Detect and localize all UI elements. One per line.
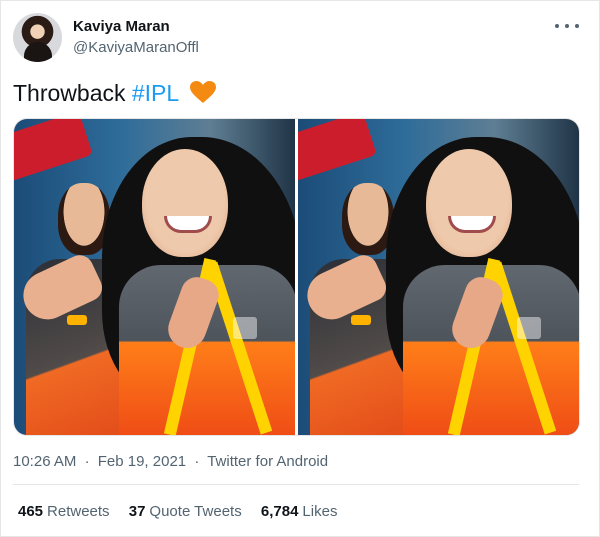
tweet-photo[interactable] [298,119,579,435]
wristband [67,315,87,325]
meta-separator: · [84,453,90,470]
likes-count: 6,784 [260,503,299,520]
retweets-stat[interactable]: 465 Retweets [18,503,114,520]
retweets-count: 465 [18,503,44,520]
wristband [351,315,371,325]
meta-separator: · [194,453,200,470]
tweet-media-grid[interactable] [13,118,580,436]
more-dot-icon [565,24,569,28]
tweet-stats: 465 Retweets 37 Quote Tweets 6,784 Likes [18,503,352,520]
foreground-face [142,149,228,257]
heart-emoji-icon [189,80,217,110]
tweet-card: Kaviya Maran @KaviyaMaranOffl Throwback … [0,0,600,537]
stadium-banner [14,119,93,184]
retweets-label: Retweets [47,503,110,520]
more-dot-icon [575,24,579,28]
tweet-text: Throwback #IPL [13,79,217,110]
jersey-logo [233,317,257,339]
likes-stat[interactable]: 6,784 Likes [261,503,338,520]
tweet-date[interactable]: Feb 19, 2021 [98,453,186,470]
tweet-time[interactable]: 10:26 AM [13,453,76,470]
likes-label: Likes [302,503,338,520]
more-options-icon[interactable] [555,19,579,33]
quote-tweets-count: 37 [128,503,146,520]
tweet-source[interactable]: Twitter for Android [207,453,328,470]
quote-tweets-label: Quote Tweets [149,503,242,520]
tweet-meta: 10:26 AM · Feb 19, 2021 · Twitter for An… [13,453,328,470]
more-dot-icon [555,24,559,28]
tweet-text-prefix: Throwback [13,80,132,106]
tweet-header: Kaviya Maran @KaviyaMaranOffl [13,13,589,65]
quote-tweets-stat[interactable]: 37 Quote Tweets [129,503,246,520]
jersey-logo [517,317,541,339]
stadium-banner [298,119,377,184]
tweet-photo[interactable] [14,119,295,435]
avatar[interactable] [13,13,62,62]
hashtag-link[interactable]: #IPL [132,80,178,106]
foreground-face [426,149,512,257]
divider [13,484,579,485]
author-name[interactable]: Kaviya Maran [73,18,170,35]
author-handle[interactable]: @KaviyaMaranOffl [73,39,199,56]
avatar-figure [24,42,52,62]
